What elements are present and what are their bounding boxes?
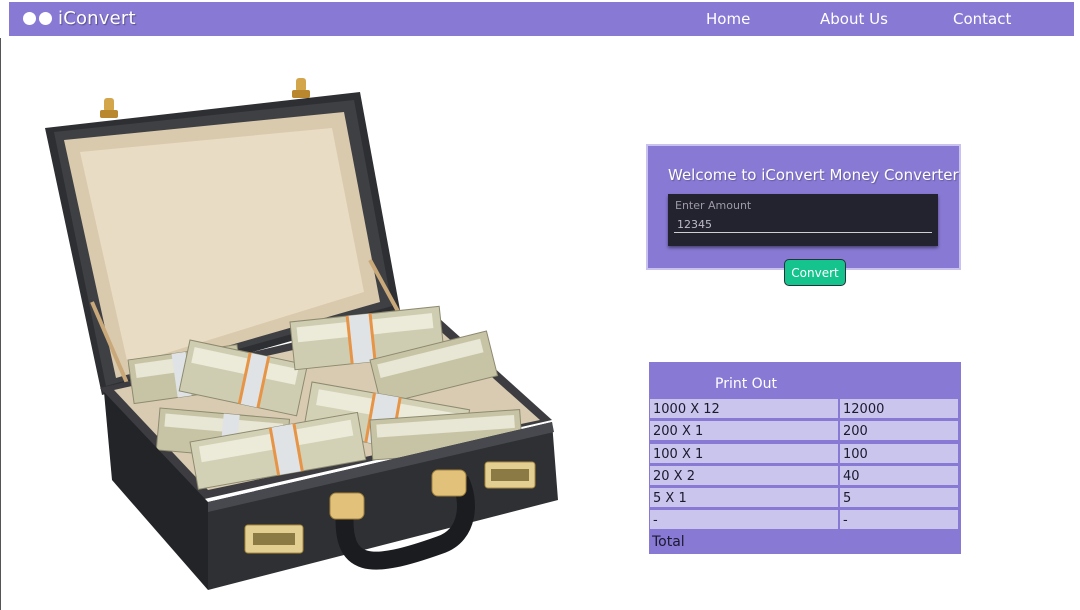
table-row: 20 X 2 40: [649, 464, 961, 486]
briefcase-money-illustration: [45, 78, 558, 590]
denomination-cell: 200 X 1: [649, 420, 839, 442]
nav-link-home[interactable]: Home: [706, 10, 750, 28]
converter-card: Welcome to iConvert Money Converter Ente…: [646, 144, 961, 270]
denomination-cell: 5 X 1: [649, 487, 839, 509]
brand-name: iConvert: [58, 8, 136, 29]
lid-latch-left: [100, 98, 118, 118]
window-edge: [0, 38, 1, 610]
combination-lock-right: [484, 461, 536, 489]
printout-table: Print Out 1000 X 12 12000 200 X 1 200 10…: [649, 362, 961, 554]
denomination-cell: 1000 X 12: [649, 398, 839, 419]
convert-button[interactable]: Convert: [784, 259, 846, 286]
converter-title: Welcome to iConvert Money Converter: [668, 166, 959, 184]
denomination-cell: 100 X 1: [649, 442, 839, 464]
table-row: 100 X 1 100: [649, 442, 961, 464]
amount-cell: 100: [839, 442, 959, 464]
nav-link-contact[interactable]: Contact: [953, 10, 1011, 28]
table-row: 200 X 1 200: [649, 420, 961, 442]
table-row: - -: [649, 509, 961, 531]
amount-cell: 12000: [839, 398, 959, 419]
denomination-cell: -: [649, 509, 839, 531]
logo-dots-icon: [23, 12, 52, 25]
amount-field-container: Enter Amount: [668, 194, 938, 246]
denomination-cell: 20 X 2: [649, 464, 839, 486]
total-label: Total: [652, 534, 685, 550]
brand-logo[interactable]: iConvert: [23, 8, 136, 29]
amount-cell: 40: [839, 464, 959, 486]
amount-cell: 5: [839, 487, 959, 509]
table-row: 1000 X 12 12000: [649, 398, 961, 419]
amount-cell: 200: [839, 420, 959, 442]
amount-input[interactable]: [674, 216, 932, 233]
nav-link-about[interactable]: About Us: [820, 10, 888, 28]
lid-latch-right: [292, 78, 310, 98]
printout-title: Print Out: [715, 376, 778, 392]
amount-cell: -: [839, 509, 959, 531]
table-row: 5 X 1 5: [649, 487, 961, 509]
combination-lock-left: [244, 524, 304, 554]
printout-rows: 1000 X 12 12000 200 X 1 200 100 X 1 100 …: [649, 398, 961, 532]
amount-label: Enter Amount: [675, 199, 752, 212]
top-navbar: iConvert Home About Us Contact: [9, 2, 1074, 36]
